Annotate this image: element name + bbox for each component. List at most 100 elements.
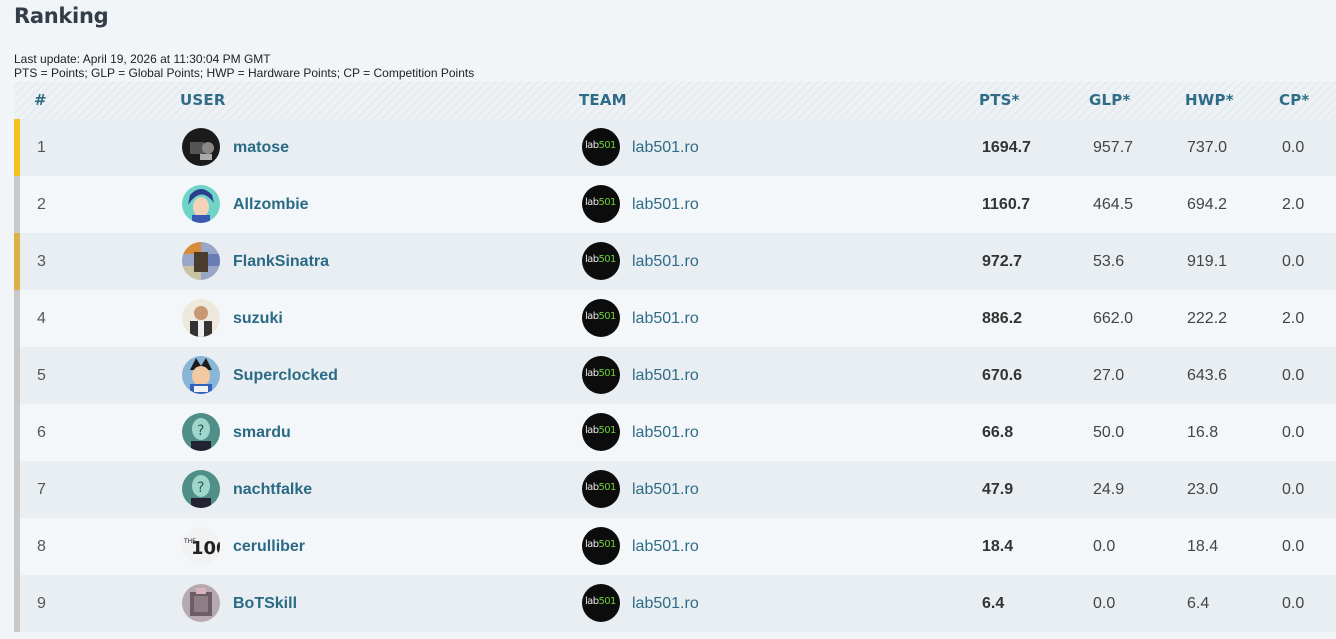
stack-icon[interactable] [182,584,220,622]
team-logo-text: lab501 [585,482,616,493]
hwp-value: 16.8 [1187,424,1219,441]
svg-text:?: ? [197,480,204,496]
table-row: 9 BoTSkill lab501 lab501.ro 6.4 0.0 6.4 … [14,575,1336,632]
table-row: 4 suzuki lab501 lab501.ro 886.2 662.0 22… [14,290,1336,347]
pts-value: 886.2 [982,310,1023,327]
user-link[interactable]: matose [233,139,289,157]
cp-value: 0.0 [1282,481,1305,498]
glp-value: 53.6 [1093,253,1125,270]
last-update-text: Last update: April 19, 2026 at 11:30:04 … [14,52,271,66]
cp-value: 0.0 [1282,253,1305,270]
team-link[interactable]: lab501.ro [632,196,699,214]
team-link[interactable]: lab501.ro [632,310,699,328]
table-row: 3 FlankSinatra lab501 lab501.ro 972.7 53… [14,233,1336,290]
user-link[interactable]: FlankSinatra [233,253,329,271]
hwp-value: 694.2 [1187,196,1228,213]
header-hwp[interactable]: HWP* [1185,91,1234,109]
hwp-value: 23.0 [1187,481,1219,498]
user-link[interactable]: cerulliber [233,538,305,556]
team-logo-icon[interactable]: lab501 [582,527,620,565]
vegeta-icon[interactable] [182,356,220,394]
header-pts[interactable]: PTS* [979,91,1020,109]
team-link[interactable]: lab501.ro [632,424,699,442]
hwp-value: 222.2 [1187,310,1228,327]
hwp-value: 18.4 [1187,538,1219,555]
team-link[interactable]: lab501.ro [632,481,699,499]
table-row: 2 Allzombie lab501 lab501.ro 1160.7 464.… [14,176,1336,233]
user-link[interactable]: BoTSkill [233,595,297,613]
mosaic-icon[interactable] [182,242,220,280]
header-team[interactable]: TEAM [579,91,627,109]
dark-icon[interactable] [182,128,220,166]
rank-number: 6 [37,424,46,441]
ranking-table: # USER TEAM PTS* GLP* HWP* CP* 1 matose … [14,81,1336,632]
team-link[interactable]: lab501.ro [632,595,699,613]
rank-number: 4 [37,310,46,327]
team-logo-icon[interactable]: lab501 [582,242,620,280]
rank-number: 1 [37,139,46,156]
cp-value: 0.0 [1282,538,1305,555]
team-logo-text: lab501 [585,254,616,265]
glp-value: 0.0 [1093,595,1116,612]
team-link[interactable]: lab501.ro [632,139,699,157]
team-link[interactable]: lab501.ro [632,538,699,556]
pts-value: 670.6 [982,367,1023,384]
user-link[interactable]: Superclocked [233,367,338,385]
person-icon[interactable] [182,299,220,337]
rank-number: 5 [37,367,46,384]
pts-value: 972.7 [982,253,1023,270]
question-icon[interactable]: ? [182,470,220,508]
cp-value: 0.0 [1282,367,1305,384]
user-link[interactable]: Allzombie [233,196,309,214]
table-row: 6 ? smardu lab501 lab501.ro 66.8 50.0 16… [14,404,1336,461]
team-logo-icon[interactable]: lab501 [582,185,620,223]
glp-value: 50.0 [1093,424,1125,441]
team-logo-icon[interactable]: lab501 [582,299,620,337]
svg-text:?: ? [197,423,204,439]
header-cp[interactable]: CP* [1279,91,1309,109]
team-logo-text: lab501 [585,197,616,208]
pts-value: 6.4 [982,595,1005,612]
team-logo-icon[interactable]: lab501 [582,356,620,394]
glp-value: 27.0 [1093,367,1125,384]
anime-icon[interactable] [182,185,220,223]
hwp-value: 6.4 [1187,595,1210,612]
pts-value: 18.4 [982,538,1014,555]
team-logo-text: lab501 [585,425,616,436]
header-user[interactable]: USER [180,91,226,109]
table-row: 1 matose lab501 lab501.ro 1694.7 957.7 7… [14,119,1336,176]
team-logo-icon[interactable]: lab501 [582,413,620,451]
glp-value: 662.0 [1093,310,1134,327]
team-link[interactable]: lab501.ro [632,367,699,385]
header-glp[interactable]: GLP* [1089,91,1131,109]
team-logo-text: lab501 [585,368,616,379]
svg-text:THE: THE [183,538,196,545]
question-icon[interactable]: ? [182,413,220,451]
hwp-value: 643.6 [1187,367,1228,384]
team-logo-text: lab501 [585,596,616,607]
cp-value: 0.0 [1282,139,1305,156]
user-link[interactable]: suzuki [233,310,283,328]
pts-value: 1160.7 [982,196,1031,213]
team-logo-text: lab501 [585,311,616,322]
user-link[interactable]: smardu [233,424,291,442]
team-link[interactable]: lab501.ro [632,253,699,271]
page-title: Ranking [14,4,109,28]
team-logo-icon[interactable]: lab501 [582,470,620,508]
table-body: 1 matose lab501 lab501.ro 1694.7 957.7 7… [14,119,1336,632]
ranking-meta: Last update: April 19, 2026 at 11:30:04 … [14,52,474,80]
cp-value: 2.0 [1282,310,1305,327]
team-logo-icon[interactable]: lab501 [582,128,620,166]
team-logo-text: lab501 [585,539,616,550]
header-rank[interactable]: # [34,91,47,109]
table-row: 7 ? nachtfalke lab501 lab501.ro 47.9 24.… [14,461,1336,518]
hundred-icon[interactable]: 100THE [182,527,220,565]
team-logo-text: lab501 [585,140,616,151]
glp-value: 0.0 [1093,538,1116,555]
team-logo-icon[interactable]: lab501 [582,584,620,622]
hwp-value: 737.0 [1187,139,1228,156]
glp-value: 957.7 [1093,139,1134,156]
rank-number: 3 [37,253,46,270]
user-link[interactable]: nachtfalke [233,481,312,499]
pts-value: 47.9 [982,481,1014,498]
